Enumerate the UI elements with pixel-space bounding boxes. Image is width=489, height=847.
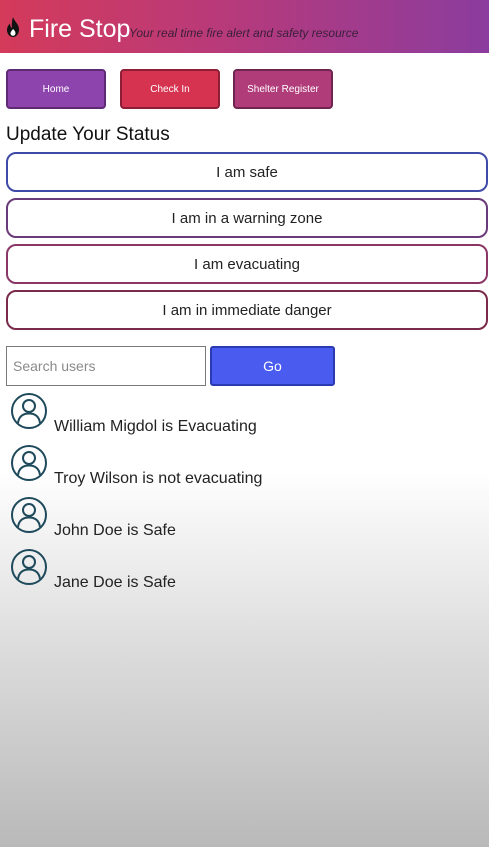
go-button[interactable]: Go [210,346,335,386]
user-avatar-icon [11,549,47,585]
home-button[interactable]: Home [6,69,106,109]
user-avatar-icon [11,497,47,533]
flame-icon [7,17,19,37]
user-avatar-icon [11,393,47,429]
shelter-register-button[interactable]: Shelter Register [233,69,333,109]
user-list-item: Troy Wilson is not evacuating [10,444,480,492]
status-evacuating-button[interactable]: I am evacuating [6,244,488,284]
user-status-text: Jane Doe is Safe [54,574,176,591]
status-safe-button[interactable]: I am safe [6,152,488,192]
user-status-text: William Migdol is Evacuating [54,418,257,435]
check-in-button[interactable]: Check In [120,69,220,109]
user-avatar-icon [11,445,47,481]
user-list-item: John Doe is Safe [10,496,480,544]
search-users-input[interactable] [6,346,206,386]
user-list-item: William Migdol is Evacuating [10,392,480,440]
user-list-item: Jane Doe is Safe [10,548,480,596]
app-header: Fire Stop Your real time fire alert and … [0,0,489,53]
app-tagline: Your real time fire alert and safety res… [129,26,359,40]
status-warning-zone-button[interactable]: I am in a warning zone [6,198,488,238]
status-immediate-danger-button[interactable]: I am in immediate danger [6,290,488,330]
user-status-text: Troy Wilson is not evacuating [54,470,263,487]
user-status-text: John Doe is Safe [54,522,176,539]
status-heading: Update Your Status [6,124,170,145]
app-title: Fire Stop [29,15,131,43]
